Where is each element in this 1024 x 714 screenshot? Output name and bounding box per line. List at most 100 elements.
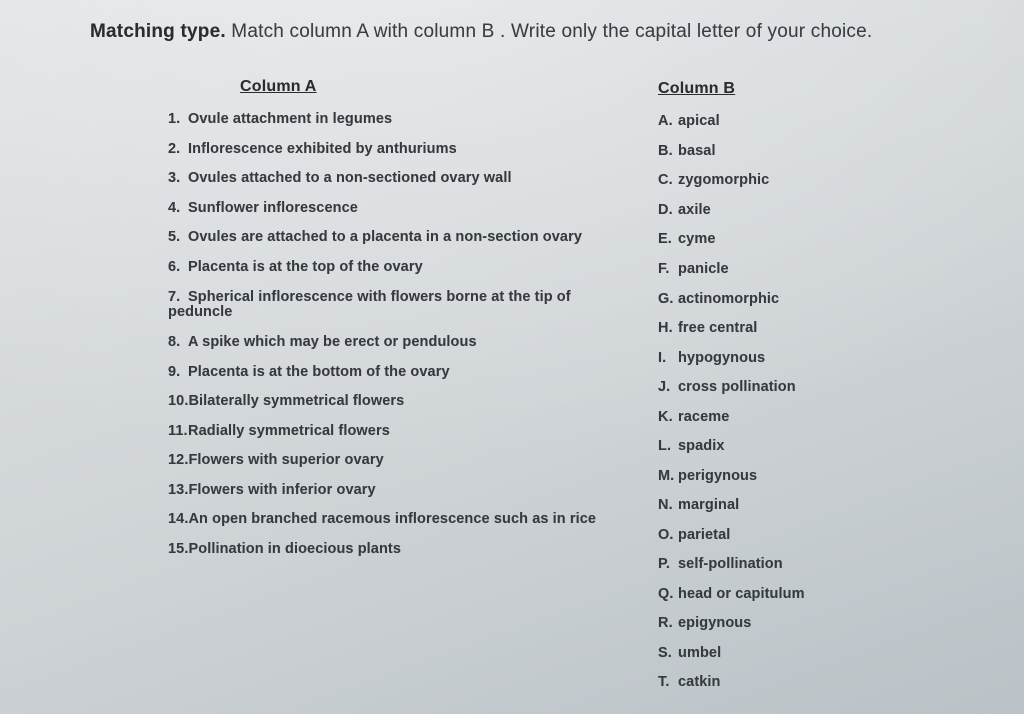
item-text: Inflorescence exhibited by anthuriums [188, 141, 457, 157]
item-text: Ovules attached to a non-sectioned ovary… [188, 170, 512, 186]
item-text: cross pollination [678, 379, 796, 395]
column-a-list: 1. Ovule attachment in legumes2. Inflore… [168, 106, 638, 565]
instructions-lead: Matching type. [90, 21, 226, 42]
column-a-item: 15. Pollination in dioecious plants [168, 535, 638, 565]
column-b-item: L. spadix [658, 432, 918, 462]
columns-wrapper: Column A 1. Ovule attachment in legumes2… [90, 78, 976, 699]
column-a-header: Column A [240, 78, 638, 96]
item-text: panicle [678, 261, 729, 277]
column-b-item: B. basal [658, 137, 918, 167]
column-b-item: C. zygomorphic [658, 167, 918, 197]
item-text: Flowers with inferior ovary [188, 482, 375, 498]
item-letter: G. [658, 292, 678, 308]
item-text: Pollination in dioecious plants [188, 541, 401, 557]
item-text: Flowers with superior ovary [188, 452, 383, 468]
column-a-item: 14. An open branched racemous infloresce… [168, 505, 638, 535]
column-b-item: E. cyme [658, 226, 918, 256]
column-b-item: A. apical [658, 108, 918, 138]
column-b-item: K. raceme [658, 403, 918, 433]
item-letter: N. [658, 498, 678, 514]
item-text: perigynous [678, 468, 757, 484]
item-letter: F. [658, 262, 678, 278]
item-text: Ovules are attached to a placenta in a n… [188, 229, 582, 245]
item-text: apical [678, 113, 720, 129]
item-number: 12. [168, 453, 188, 469]
column-a-item: 8. A spike which may be erect or pendulo… [168, 328, 638, 358]
column-a-item: 6. Placenta is at the top of the ovary [168, 253, 638, 283]
column-b-item: J. cross pollination [658, 373, 918, 403]
item-text: hypogynous [678, 350, 765, 366]
column-b-item: I. hypogynous [658, 344, 918, 374]
column-a-item: 11. Radially symmetrical flowers [168, 417, 638, 447]
item-text: Placenta is at the bottom of the ovary [188, 364, 450, 380]
column-b-item: M. perigynous [658, 462, 918, 492]
item-text: Ovule attachment in legumes [188, 111, 392, 127]
item-number: 5. [168, 230, 188, 246]
item-number: 11. [168, 424, 188, 440]
item-number: 7. [168, 290, 188, 306]
item-letter: A. [658, 114, 678, 130]
item-text: zygomorphic [678, 172, 769, 188]
column-a-item: 13. Flowers with inferior ovary [168, 476, 638, 506]
item-text: self-pollination [678, 556, 783, 572]
item-number: 9. [168, 365, 188, 381]
item-letter: T. [658, 675, 678, 691]
item-text: actinomorphic [678, 291, 779, 307]
item-text: cyme [678, 231, 716, 247]
item-text: parietal [678, 527, 730, 543]
item-letter: D. [658, 203, 678, 219]
column-a-item: 5. Ovules are attached to a placenta in … [168, 224, 638, 254]
item-number: 3. [168, 171, 188, 187]
item-number: 13. [168, 483, 188, 499]
column-b-item: O. parietal [658, 521, 918, 551]
column-a-item: 4. Sunflower inflorescence [168, 194, 638, 224]
column-a-item: 7. Spherical inflorescence with flowers … [168, 283, 638, 328]
item-text: Placenta is at the top of the ovary [188, 259, 423, 275]
item-text: Spherical inflorescence with flowers bor… [168, 289, 571, 321]
item-letter: B. [658, 144, 678, 160]
column-b-item: H. free central [658, 314, 918, 344]
item-number: 2. [168, 142, 188, 158]
item-letter: C. [658, 173, 678, 189]
worksheet-page: Matching type. Match column A with colum… [0, 0, 1024, 714]
item-number: 15. [168, 542, 188, 558]
column-a-item: 12. Flowers with superior ovary [168, 446, 638, 476]
item-number: 8. [168, 335, 188, 351]
item-number: 1. [168, 112, 188, 128]
instructions-body: Match column A with column B . Write onl… [226, 21, 873, 42]
item-text: epigynous [678, 615, 751, 631]
instructions: Matching type. Match column A with colum… [90, 18, 970, 46]
column-a: Column A 1. Ovule attachment in legumes2… [168, 78, 638, 565]
item-text: basal [678, 143, 716, 159]
column-a-item: 9. Placenta is at the bottom of the ovar… [168, 358, 638, 388]
column-b-item: P. self-pollination [658, 551, 918, 581]
item-letter: Q. [658, 587, 678, 603]
column-b-header: Column B [658, 80, 918, 98]
item-text: head or capitulum [678, 586, 805, 602]
item-letter: I. [658, 351, 678, 367]
item-letter: L. [658, 439, 678, 455]
column-b-list: A. apicalB. basalC. zygomorphicD. axileE… [658, 108, 918, 699]
item-text: Bilaterally symmetrical flowers [188, 393, 404, 409]
item-text: axile [678, 202, 711, 218]
item-letter: M. [658, 469, 678, 485]
item-text: catkin [678, 674, 721, 690]
column-b-item: F. panicle [658, 255, 918, 285]
item-letter: H. [658, 321, 678, 337]
column-b-item: S. umbel [658, 639, 918, 669]
item-number: 6. [168, 260, 188, 276]
item-number: 4. [168, 201, 188, 217]
column-a-item: 10. Bilaterally symmetrical flowers [168, 387, 638, 417]
column-b-item: D. axile [658, 196, 918, 226]
column-b-item: N. marginal [658, 491, 918, 521]
column-b-item: T. catkin [658, 669, 918, 699]
item-text: Sunflower inflorescence [188, 200, 358, 216]
item-number: 10. [168, 394, 188, 410]
column-a-item: 3. Ovules attached to a non-sectioned ov… [168, 165, 638, 195]
item-letter: K. [658, 410, 678, 426]
item-text: raceme [678, 409, 729, 425]
column-a-item: 2. Inflorescence exhibited by anthuriums [168, 135, 638, 165]
item-letter: S. [658, 646, 678, 662]
item-letter: O. [658, 528, 678, 544]
item-text: marginal [678, 497, 739, 513]
